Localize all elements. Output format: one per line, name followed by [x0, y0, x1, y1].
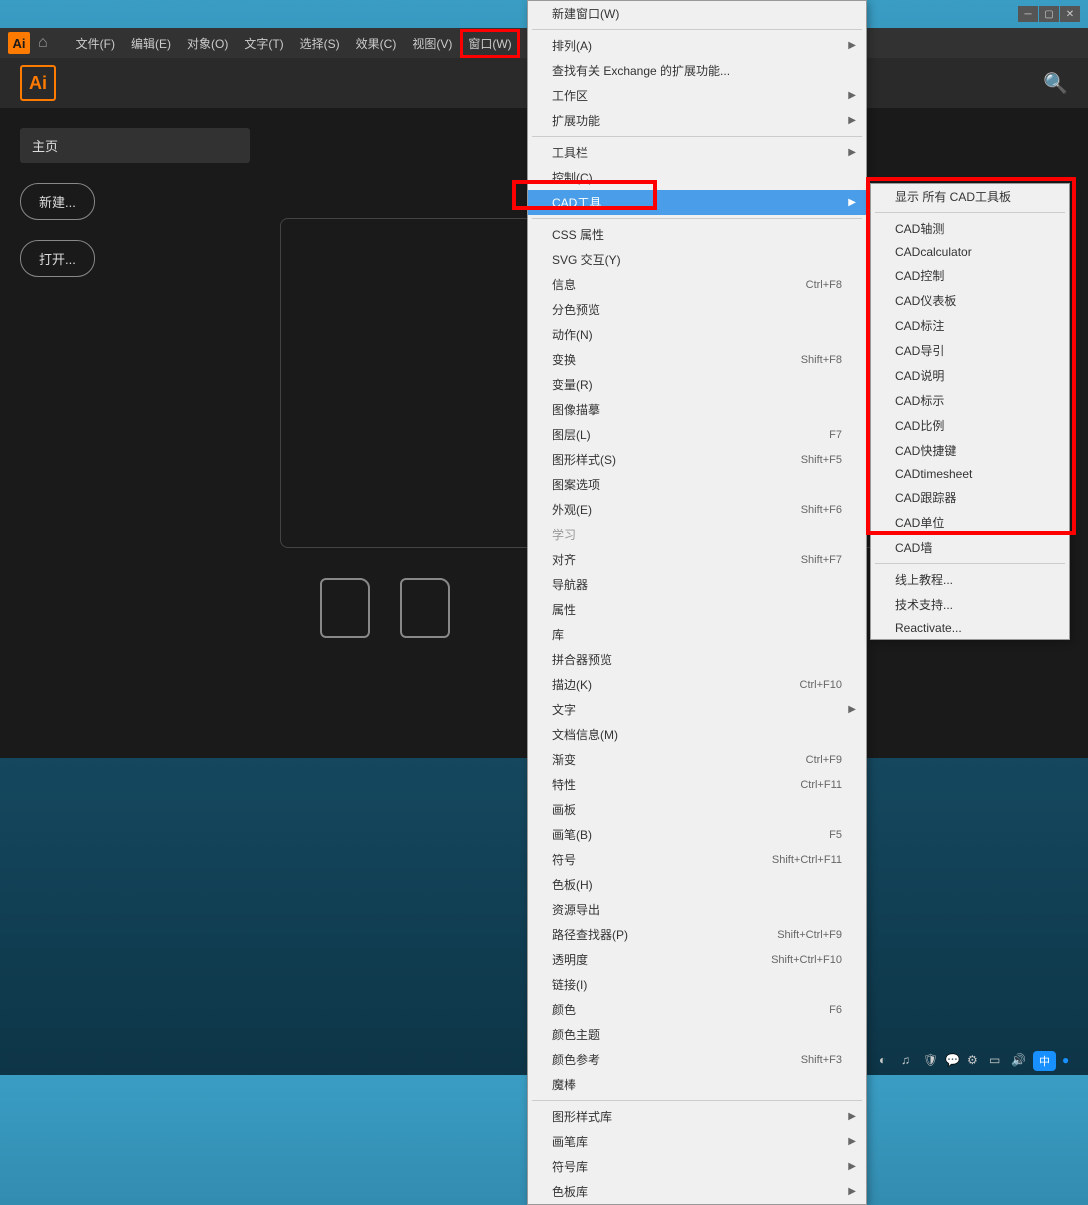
document-icon[interactable] — [320, 578, 370, 638]
submenu-item[interactable]: 线上教程... — [871, 567, 1069, 592]
submenu-item[interactable]: CAD标示 — [871, 388, 1069, 413]
menu-item[interactable]: 图形样式库▶ — [528, 1104, 866, 1129]
open-button[interactable]: 打开... — [20, 240, 95, 277]
menu-item[interactable]: 资源导出 — [528, 897, 866, 922]
menu-item[interactable]: 画笔(B)F5 — [528, 822, 866, 847]
menu-item[interactable]: 工具栏▶ — [528, 140, 866, 165]
ime-indicator[interactable]: 中 — [1033, 1051, 1056, 1071]
system-tray: ◐ ♫ 🛡 💬 ⚙ ▭ 🔊 中 ● — [869, 1047, 1088, 1075]
document-icon[interactable] — [400, 578, 450, 638]
menu-item[interactable]: 路径查找器(P)Shift+Ctrl+F9 — [528, 922, 866, 947]
menu-item[interactable]: 信息Ctrl+F8 — [528, 272, 866, 297]
submenu-item[interactable]: Reactivate... — [871, 617, 1069, 639]
menu-item[interactable]: 排列(A)▶ — [528, 33, 866, 58]
sidebar: 主页 新建... 打开... — [0, 108, 260, 758]
tray-icon[interactable]: ● — [1062, 1053, 1078, 1069]
menu-select[interactable]: 选择(S) — [292, 29, 348, 58]
menu-file[interactable]: 文件(F) — [68, 29, 123, 58]
menu-item[interactable]: 学习 — [528, 522, 866, 547]
search-icon[interactable]: 🔍 — [1043, 71, 1068, 96]
tray-icon[interactable]: 🛡 — [923, 1053, 939, 1069]
menu-item[interactable]: 渐变Ctrl+F9 — [528, 747, 866, 772]
menu-item[interactable]: CAD工具▶ — [528, 190, 866, 215]
submenu-item[interactable]: CAD跟踪器 — [871, 485, 1069, 510]
submenu-item[interactable]: 技术支持... — [871, 592, 1069, 617]
menu-item[interactable]: 颜色主题 — [528, 1022, 866, 1047]
submenu-item[interactable]: CAD仪表板 — [871, 288, 1069, 313]
menu-object[interactable]: 对象(O) — [179, 29, 236, 58]
menu-item[interactable]: 工作区▶ — [528, 83, 866, 108]
menu-item[interactable]: 图形样式(S)Shift+F5 — [528, 447, 866, 472]
tray-icon[interactable]: 💬 — [945, 1053, 961, 1069]
menu-item[interactable]: 图层(L)F7 — [528, 422, 866, 447]
home-tab[interactable]: 主页 — [20, 128, 250, 163]
menu-item[interactable]: 画笔库▶ — [528, 1129, 866, 1154]
menu-item[interactable]: 导航器 — [528, 572, 866, 597]
submenu-item[interactable]: CAD控制 — [871, 263, 1069, 288]
menu-item[interactable]: 文字▶ — [528, 697, 866, 722]
menu-item[interactable]: 色板(H) — [528, 872, 866, 897]
menu-type[interactable]: 文字(T) — [236, 29, 291, 58]
cad-tools-submenu: 显示 所有 CAD工具板 CAD轴测CADcalculatorCAD控制CAD仪表… — [870, 183, 1070, 640]
submenu-item[interactable]: CAD比例 — [871, 413, 1069, 438]
tray-icon[interactable]: ⚙ — [967, 1053, 983, 1069]
menu-item[interactable]: 查找有关 Exchange 的扩展功能... — [528, 58, 866, 83]
submenu-item[interactable]: CAD快捷键 — [871, 438, 1069, 463]
submenu-item[interactable]: CADcalculator — [871, 241, 1069, 263]
menu-item[interactable]: SVG 交互(Y) — [528, 247, 866, 272]
menu-item[interactable]: 描边(K)Ctrl+F10 — [528, 672, 866, 697]
menu-item[interactable]: 透明度Shift+Ctrl+F10 — [528, 947, 866, 972]
tray-icon[interactable]: ◐ — [879, 1053, 895, 1069]
menu-item[interactable]: 画板 — [528, 797, 866, 822]
menu-item[interactable]: 特性Ctrl+F11 — [528, 772, 866, 797]
minimize-button[interactable]: ─ — [1018, 6, 1038, 22]
menu-item[interactable]: 外观(E)Shift+F6 — [528, 497, 866, 522]
menu-window[interactable]: 窗口(W) — [460, 29, 519, 58]
tray-icon[interactable]: ♫ — [901, 1053, 917, 1069]
menu-item[interactable]: 符号Shift+Ctrl+F11 — [528, 847, 866, 872]
submenu-item[interactable]: CAD轴测 — [871, 216, 1069, 241]
menu-effect[interactable]: 效果(C) — [348, 29, 405, 58]
ai-logo-large: Ai — [20, 65, 56, 101]
menu-view[interactable]: 视图(V) — [404, 29, 460, 58]
tray-icon[interactable]: ▭ — [989, 1053, 1005, 1069]
menu-edit[interactable]: 编辑(E) — [123, 29, 179, 58]
menu-item[interactable]: 对齐Shift+F7 — [528, 547, 866, 572]
menu-item[interactable]: 图案选项 — [528, 472, 866, 497]
submenu-item[interactable]: 显示 所有 CAD工具板 — [871, 184, 1069, 209]
menu-item[interactable]: 拼合器预览 — [528, 647, 866, 672]
menu-item[interactable]: 色板库▶ — [528, 1179, 866, 1204]
menu-item[interactable]: 变量(R) — [528, 372, 866, 397]
submenu-item[interactable]: CAD墙 — [871, 535, 1069, 560]
menu-item[interactable]: 动作(N) — [528, 322, 866, 347]
menu-item[interactable]: 属性 — [528, 597, 866, 622]
home-icon[interactable]: ⌂ — [38, 34, 48, 52]
submenu-item[interactable]: CADtimesheet — [871, 463, 1069, 485]
new-button[interactable]: 新建... — [20, 183, 95, 220]
close-button[interactable]: ✕ — [1060, 6, 1080, 22]
menu-item[interactable]: 魔棒 — [528, 1072, 866, 1097]
volume-icon[interactable]: 🔊 — [1011, 1053, 1027, 1069]
maximize-button[interactable]: ▢ — [1039, 6, 1059, 22]
submenu-item[interactable]: CAD说明 — [871, 363, 1069, 388]
menu-item[interactable]: 链接(I) — [528, 972, 866, 997]
menu-item[interactable]: 文档信息(M) — [528, 722, 866, 747]
menu-item[interactable]: 控制(C) — [528, 165, 866, 190]
menu-item[interactable]: 变换Shift+F8 — [528, 347, 866, 372]
submenu-item[interactable]: CAD导引 — [871, 338, 1069, 363]
menu-item[interactable]: CSS 属性 — [528, 222, 866, 247]
menu-item[interactable]: 图像描摹 — [528, 397, 866, 422]
menu-item[interactable]: 分色预览 — [528, 297, 866, 322]
menu-item[interactable]: 颜色F6 — [528, 997, 866, 1022]
submenu-item[interactable]: CAD单位 — [871, 510, 1069, 535]
menu-item[interactable]: 颜色参考Shift+F3 — [528, 1047, 866, 1072]
menu-item[interactable]: 符号库▶ — [528, 1154, 866, 1179]
menu-item[interactable]: 扩展功能▶ — [528, 108, 866, 133]
submenu-item[interactable]: CAD标注 — [871, 313, 1069, 338]
menu-item[interactable]: 库 — [528, 622, 866, 647]
window-menu-dropdown: 新建窗口(W) 排列(A)▶查找有关 Exchange 的扩展功能...工作区▶扩… — [527, 0, 867, 1205]
menu-item[interactable]: 新建窗口(W) — [528, 1, 866, 26]
ai-logo: Ai — [8, 32, 30, 54]
